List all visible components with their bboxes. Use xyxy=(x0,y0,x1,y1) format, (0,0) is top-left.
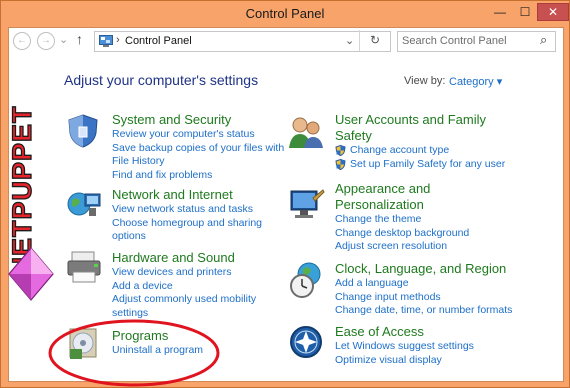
homegroup-sharing-link[interactable]: Choose homegroup and sharing xyxy=(112,217,262,231)
uac-shield-icon xyxy=(335,158,346,170)
category-ease-of-access: Ease of Access Let Windows suggest setti… xyxy=(335,324,474,367)
family-safety-item[interactable]: Set up Family Safety for any user xyxy=(335,158,505,172)
hardware-sound-title-link[interactable]: Hardware and Sound xyxy=(112,250,256,266)
recent-locations-chevron-icon[interactable]: ⌄ xyxy=(59,33,68,46)
address-divider xyxy=(359,30,360,51)
forward-arrow-icon[interactable]: → xyxy=(37,32,55,50)
address-bar[interactable]: › Control Panel ⌄ ↻ xyxy=(94,30,391,52)
change-account-type-link[interactable]: Change account type xyxy=(350,144,449,156)
user-accounts-title-link-line2[interactable]: Safety xyxy=(335,128,505,144)
windows-suggest-settings-link[interactable]: Let Windows suggest settings xyxy=(335,340,474,354)
screen-resolution-link[interactable]: Adjust screen resolution xyxy=(335,240,469,254)
search-icon[interactable]: ⌕ xyxy=(540,32,547,48)
category-user-accounts: User Accounts and Family Safety Change a… xyxy=(335,112,505,171)
devices-printers-link[interactable]: View devices and printers xyxy=(112,266,256,280)
add-device-link[interactable]: Add a device xyxy=(112,280,256,294)
family-safety-link[interactable]: Set up Family Safety for any user xyxy=(350,158,505,170)
homegroup-sharing-link-line2[interactable]: options xyxy=(112,230,262,244)
category-appearance: Appearance and Personalization Change th… xyxy=(335,181,469,254)
printer-icon[interactable] xyxy=(66,248,104,286)
change-theme-link[interactable]: Change the theme xyxy=(335,213,469,227)
address-dropdown-icon[interactable]: ⌄ xyxy=(345,34,354,47)
network-internet-title-link[interactable]: Network and Internet xyxy=(112,187,262,203)
control-panel-window: Control Panel — ☐ ✕ ← → ⌄ ↑ › Control Pa… xyxy=(0,0,570,388)
clock-region-title-link[interactable]: Clock, Language, and Region xyxy=(335,261,512,277)
navigation-bar: ← → ⌄ ↑ › Control Panel ⌄ ↻ ⌕ xyxy=(9,28,563,54)
change-account-type-item[interactable]: Change account type xyxy=(335,144,505,158)
minimize-button[interactable]: — xyxy=(490,3,510,21)
search-box[interactable]: ⌕ xyxy=(397,31,556,52)
date-time-formats-link[interactable]: Change date, time, or number formats xyxy=(335,304,512,318)
programs-highlight-ring xyxy=(48,319,220,387)
view-by-dropdown[interactable]: Category ▾ xyxy=(449,75,502,88)
appearance-title-link[interactable]: Appearance and xyxy=(335,181,469,197)
content-area: ← → ⌄ ↑ › Control Panel ⌄ ↻ ⌕ xyxy=(8,27,564,387)
ease-of-access-icon[interactable] xyxy=(289,325,325,361)
system-security-title-link[interactable]: System and Security xyxy=(112,112,284,128)
appearance-title-link-line2[interactable]: Personalization xyxy=(335,197,469,213)
search-input[interactable] xyxy=(402,34,532,47)
file-history-link-line2[interactable]: File History xyxy=(112,155,284,169)
page-heading: Adjust your computer's settings xyxy=(64,72,259,88)
maximize-button[interactable]: ☐ xyxy=(515,3,535,21)
optimize-visual-display-link[interactable]: Optimize visual display xyxy=(335,354,474,368)
breadcrumb[interactable]: Control Panel xyxy=(125,35,192,47)
review-status-link[interactable]: Review your computer's status xyxy=(112,128,284,142)
system-security-shield-icon[interactable] xyxy=(66,113,100,149)
uac-shield-icon xyxy=(335,145,346,156)
close-button[interactable]: ✕ xyxy=(537,3,569,21)
user-accounts-icon[interactable] xyxy=(287,114,325,150)
find-fix-problems-link[interactable]: Find and fix problems xyxy=(112,169,284,183)
title-bar: Control Panel — ☐ ✕ xyxy=(1,1,569,25)
refresh-icon[interactable]: ↻ xyxy=(370,33,380,47)
category-hardware-sound: Hardware and Sound View devices and prin… xyxy=(112,250,256,320)
appearance-monitor-icon[interactable] xyxy=(289,188,325,222)
input-methods-link[interactable]: Change input methods xyxy=(335,291,512,305)
user-accounts-title-link[interactable]: User Accounts and Family xyxy=(335,112,505,128)
ease-of-access-title-link[interactable]: Ease of Access xyxy=(335,324,474,340)
view-by-label: View by: xyxy=(404,75,446,87)
network-status-link[interactable]: View network status and tasks xyxy=(112,203,262,217)
category-system-security: System and Security Review your computer… xyxy=(112,112,284,182)
breadcrumb-separator-icon: › xyxy=(116,34,120,46)
network-globe-icon[interactable] xyxy=(66,186,102,222)
control-panel-icon xyxy=(99,35,113,47)
category-network-internet: Network and Internet View network status… xyxy=(112,187,262,244)
category-clock-region: Clock, Language, and Region Add a langua… xyxy=(335,261,512,318)
file-history-link[interactable]: Save backup copies of your files with xyxy=(112,142,284,156)
add-language-link[interactable]: Add a language xyxy=(335,277,512,291)
back-arrow-icon[interactable]: ← xyxy=(13,32,31,50)
up-arrow-icon[interactable]: ↑ xyxy=(76,31,83,47)
mobility-settings-link[interactable]: Adjust commonly used mobility xyxy=(112,293,256,307)
window-title: Control Panel xyxy=(245,6,325,21)
clock-globe-icon[interactable] xyxy=(289,261,325,299)
desktop-background-link[interactable]: Change desktop background xyxy=(335,227,469,241)
netpuppet-watermark-logo: NETPUPPET xyxy=(6,105,54,301)
